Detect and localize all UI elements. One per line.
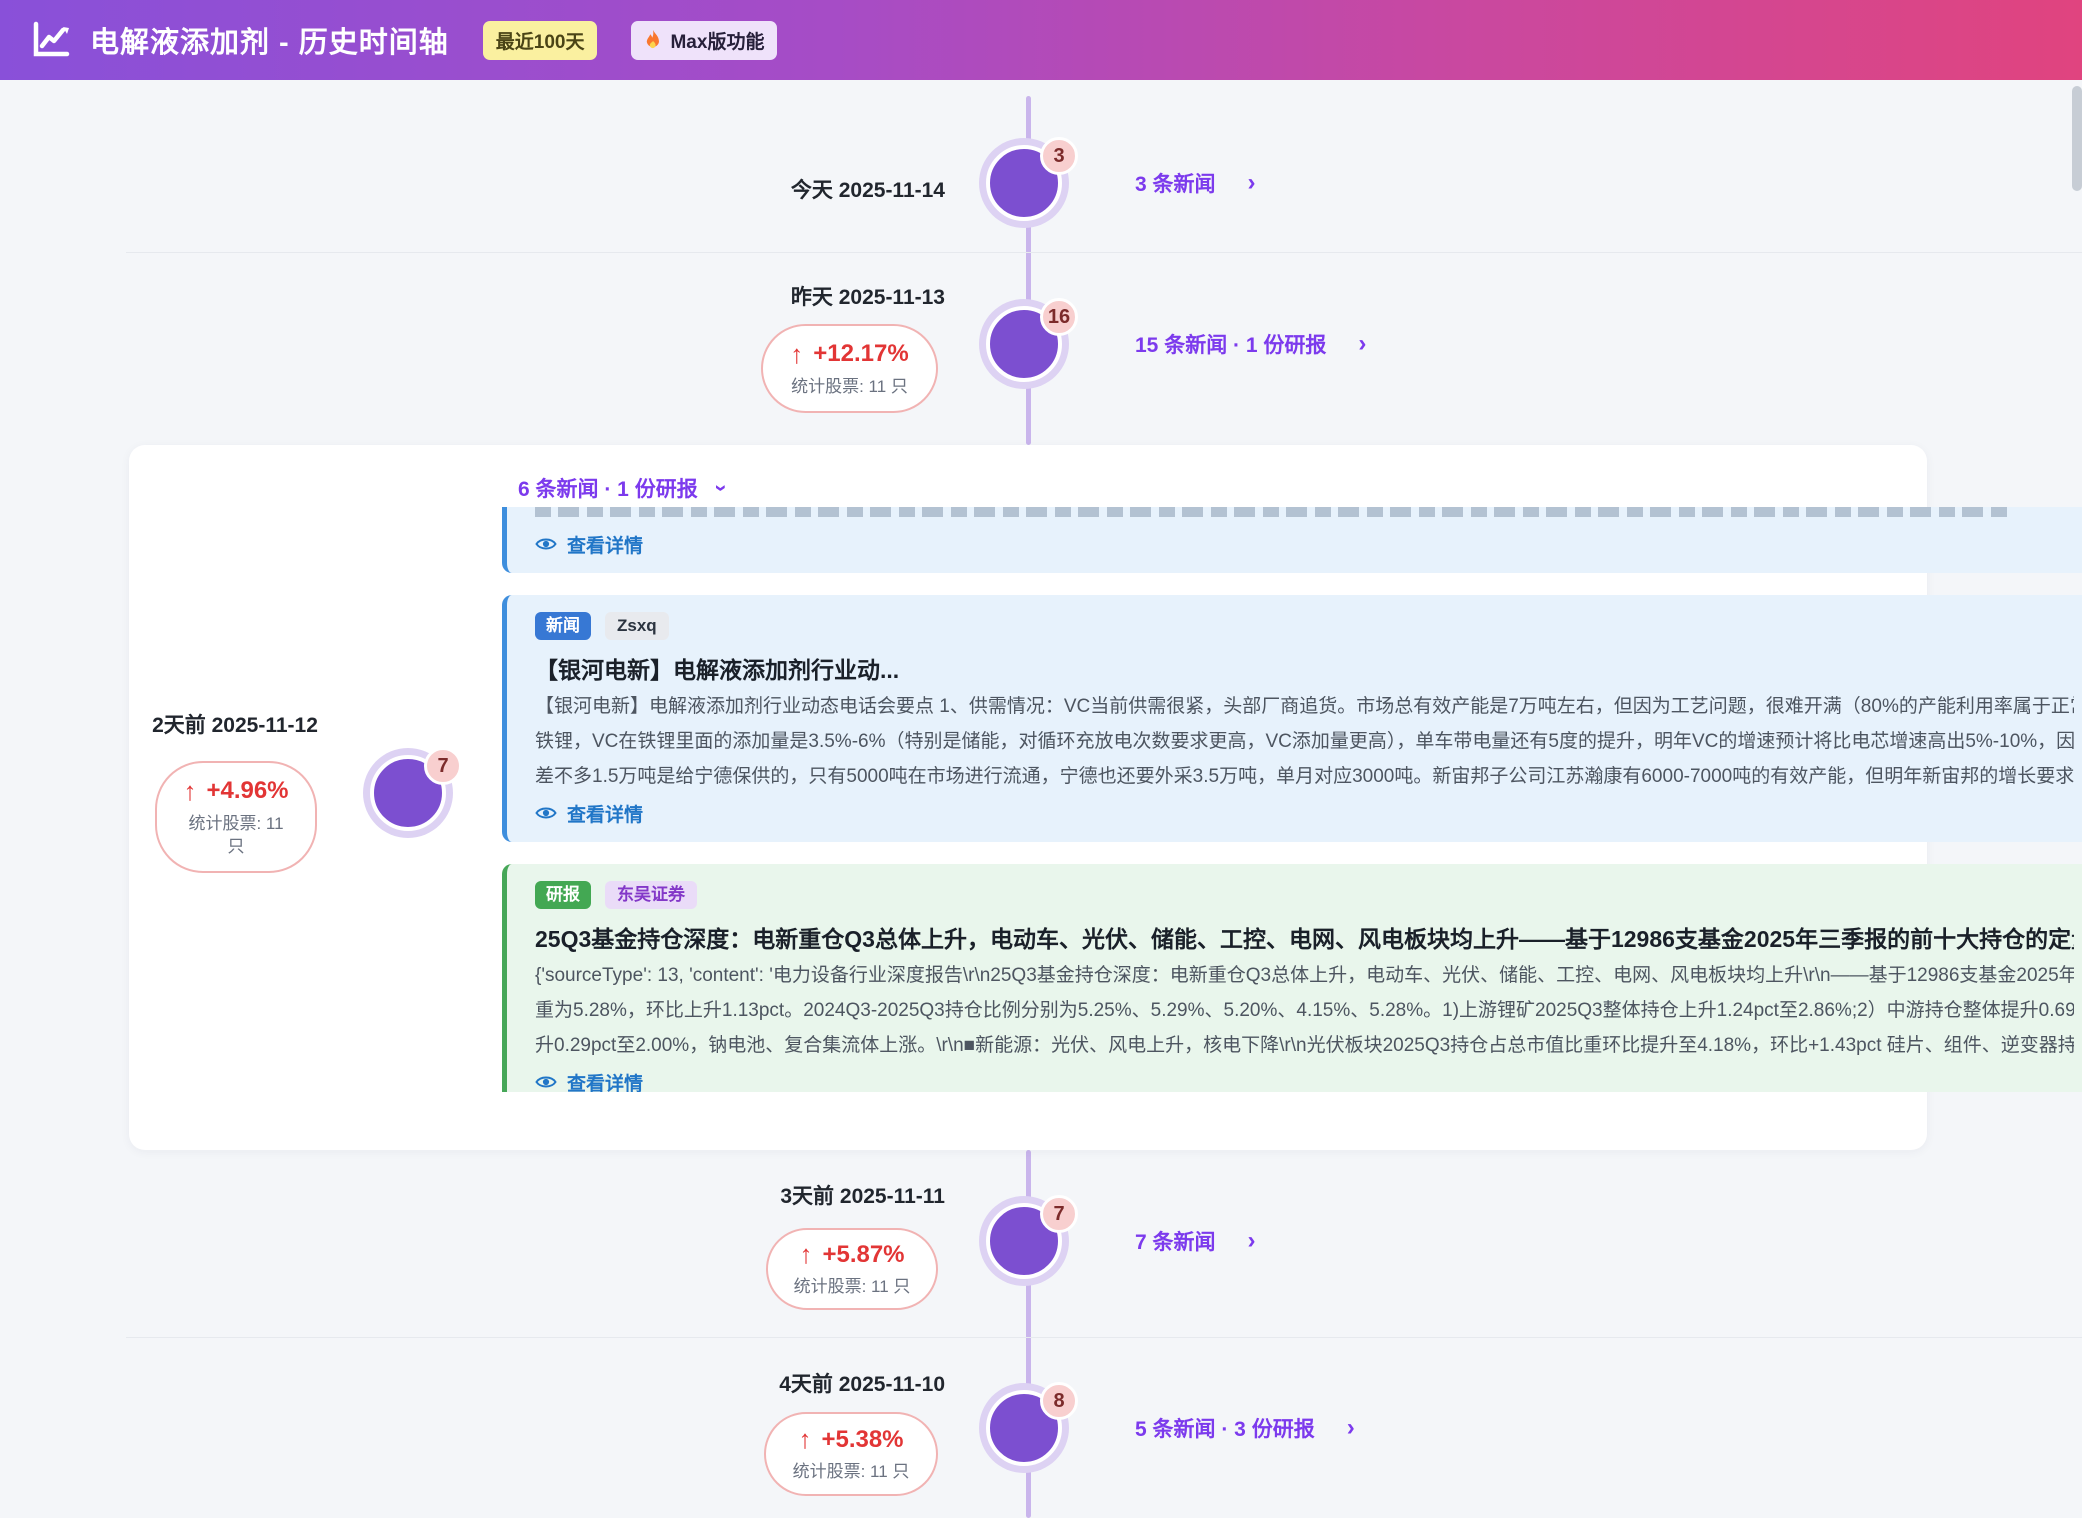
report-title: 25Q3基金持仓深度：电新重仓Q3总体上升，电动车、光伏、储能、工控、电网、风电…: [535, 920, 2074, 952]
eye-icon: [535, 536, 557, 552]
max-feature-badge-label: Max版功能: [670, 27, 764, 54]
entry-date: 昨天 2025-11-13: [620, 281, 945, 311]
timeline-node[interactable]: 7: [370, 755, 446, 831]
expanded-day-panel: 6 条新闻 · 1 份研报 › 2天前 2025-11-12 ↑ +4.96% …: [129, 445, 1927, 1150]
news-count-link[interactable]: 5 条新闻 · 3 份研报 ›: [1135, 1413, 1355, 1443]
node-count-badge: 7: [1040, 1195, 1078, 1233]
view-detail-label: 查看详情: [567, 1069, 643, 1093]
report-body-line: 升0.29pct至2.00%，钠电池、复合集流体上涨。\r\n■新能源：光伏、风…: [535, 1028, 2074, 1063]
max-feature-badge: Max版功能: [631, 21, 777, 60]
report-type-badge: 研报: [535, 881, 591, 909]
eye-icon: [535, 1074, 557, 1090]
news-count-link[interactable]: 3 条新闻 ›: [1135, 168, 1256, 198]
news-count-label: 15 条新闻 · 1 份研报: [1135, 329, 1326, 359]
expanded-summary-link[interactable]: 6 条新闻 · 1 份研报 ›: [518, 473, 725, 503]
row-divider: [126, 1337, 2082, 1338]
fire-icon: [644, 29, 662, 51]
report-body-line: {'sourceType': 13, 'content': '电力设备行业深度报…: [535, 958, 2074, 993]
stocks-count: 统计股票: 11 只: [794, 1276, 911, 1299]
report-card[interactable]: 研报 东吴证券 25Q3基金持仓深度：电新重仓Q3总体上升，电动车、光伏、储能、…: [502, 864, 2082, 1092]
entry-date: 4天前 2025-11-10: [620, 1368, 945, 1398]
view-detail-label: 查看详情: [567, 531, 643, 558]
report-body: {'sourceType': 13, 'content': '电力设备行业深度报…: [535, 958, 2074, 1063]
news-count-link[interactable]: 7 条新闻 ›: [1135, 1226, 1256, 1256]
chart-icon: [30, 19, 72, 61]
report-body-line: 重为5.28%，环比上升1.13pct。2024Q3-2025Q3持仓比例分别为…: [535, 993, 2074, 1028]
view-detail-link[interactable]: 查看详情: [535, 800, 2074, 826]
change-stat-bubble: ↑ +12.17% 统计股票: 11 只: [761, 324, 938, 413]
view-detail-label: 查看详情: [567, 800, 643, 827]
timeline-node[interactable]: 8: [986, 1390, 1062, 1466]
stocks-count: 统计股票: 11 只: [791, 376, 908, 399]
up-arrow-icon: ↑: [790, 339, 803, 370]
node-count-badge: 7: [424, 747, 462, 785]
node-count-badge: 8: [1040, 1382, 1078, 1420]
news-card-clipped[interactable]: 查看详情: [502, 507, 2082, 573]
change-stat-bubble: ↑ +4.96% 统计股票: 11 只: [155, 761, 317, 873]
up-arrow-icon: ↑: [798, 1424, 811, 1455]
page-title: 电解液添加剂 - 历史时间轴: [90, 19, 449, 61]
change-percent: +12.17%: [813, 340, 908, 368]
news-count-label: 5 条新闻 · 3 份研报: [1135, 1413, 1315, 1443]
eye-icon: [535, 805, 557, 821]
timeline-node[interactable]: 16: [986, 306, 1062, 382]
news-count-label: 7 条新闻: [1135, 1226, 1216, 1256]
clipped-text-fragment: [535, 507, 2012, 517]
change-percent: +4.96%: [206, 777, 288, 805]
change-stat-bubble: ↑ +5.87% 统计股票: 11 只: [766, 1228, 938, 1310]
chevron-right-icon: ›: [1358, 332, 1366, 356]
scrollbar[interactable]: [2072, 86, 2082, 191]
timeline-node[interactable]: 7: [986, 1203, 1062, 1279]
entry-date: 3天前 2025-11-11: [620, 1180, 945, 1210]
day-cards-list: 查看详情 新闻 Zsxq 【银河电新】电解液添加剂行业动... 【银河电新】电解…: [502, 507, 2082, 1092]
up-arrow-icon: ↑: [183, 776, 196, 807]
news-body-line: 【银河电新】电解液添加剂行业动态电话会要点 1、供需情况：VC当前供需很紧，头部…: [535, 689, 2074, 724]
news-title: 【银河电新】电解液添加剂行业动...: [535, 651, 2074, 683]
change-stat-bubble: ↑ +5.38% 统计股票: 11 只: [764, 1412, 938, 1496]
report-source-badge: 东吴证券: [605, 881, 697, 909]
view-detail-link[interactable]: 查看详情: [535, 1069, 2074, 1092]
change-percent: +5.38%: [821, 1426, 903, 1454]
chevron-down-icon: ›: [708, 484, 734, 491]
chevron-right-icon: ›: [1248, 1229, 1256, 1253]
news-body-line: 差不多1.5万吨是给宁德保供的，只有5000吨在市场进行流通，宁德也还要外采3.…: [535, 759, 2074, 794]
node-count-badge: 3: [1040, 137, 1078, 175]
date-range-badge: 最近100天: [483, 21, 598, 60]
news-body-line: 铁锂，VC在铁锂里面的添加量是3.5%-6%（特别是储能，对循环充放电次数要求更…: [535, 724, 2074, 759]
stocks-count: 统计股票: 11 只: [180, 813, 292, 859]
news-card[interactable]: 新闻 Zsxq 【银河电新】电解液添加剂行业动... 【银河电新】电解液添加剂行…: [502, 595, 2082, 842]
news-count-link[interactable]: 15 条新闻 · 1 份研报 ›: [1135, 329, 1366, 359]
page-header: 电解液添加剂 - 历史时间轴 最近100天 Max版功能: [0, 0, 2082, 80]
chevron-right-icon: ›: [1248, 171, 1256, 195]
up-arrow-icon: ↑: [799, 1239, 812, 1270]
app-window: 电解液添加剂 - 历史时间轴 最近100天 Max版功能 今天 2025-11-…: [0, 0, 2082, 1518]
entry-date: 今天 2025-11-14: [620, 174, 945, 204]
news-source-badge: Zsxq: [605, 612, 669, 640]
row-divider: [126, 252, 2082, 253]
view-detail-link[interactable]: 查看详情: [535, 531, 2074, 557]
entry-date: 2天前 2025-11-12: [149, 709, 321, 739]
news-count-label: 3 条新闻: [1135, 168, 1216, 198]
node-count-badge: 16: [1040, 298, 1078, 336]
change-percent: +5.87%: [822, 1241, 904, 1269]
chevron-right-icon: ›: [1347, 1416, 1355, 1440]
expanded-summary-label: 6 条新闻 · 1 份研报: [518, 473, 698, 503]
timeline-node[interactable]: 3: [986, 145, 1062, 221]
news-type-badge: 新闻: [535, 612, 591, 640]
news-body: 【银河电新】电解液添加剂行业动态电话会要点 1、供需情况：VC当前供需很紧，头部…: [535, 689, 2074, 794]
stocks-count: 统计股票: 11 只: [793, 1461, 910, 1484]
